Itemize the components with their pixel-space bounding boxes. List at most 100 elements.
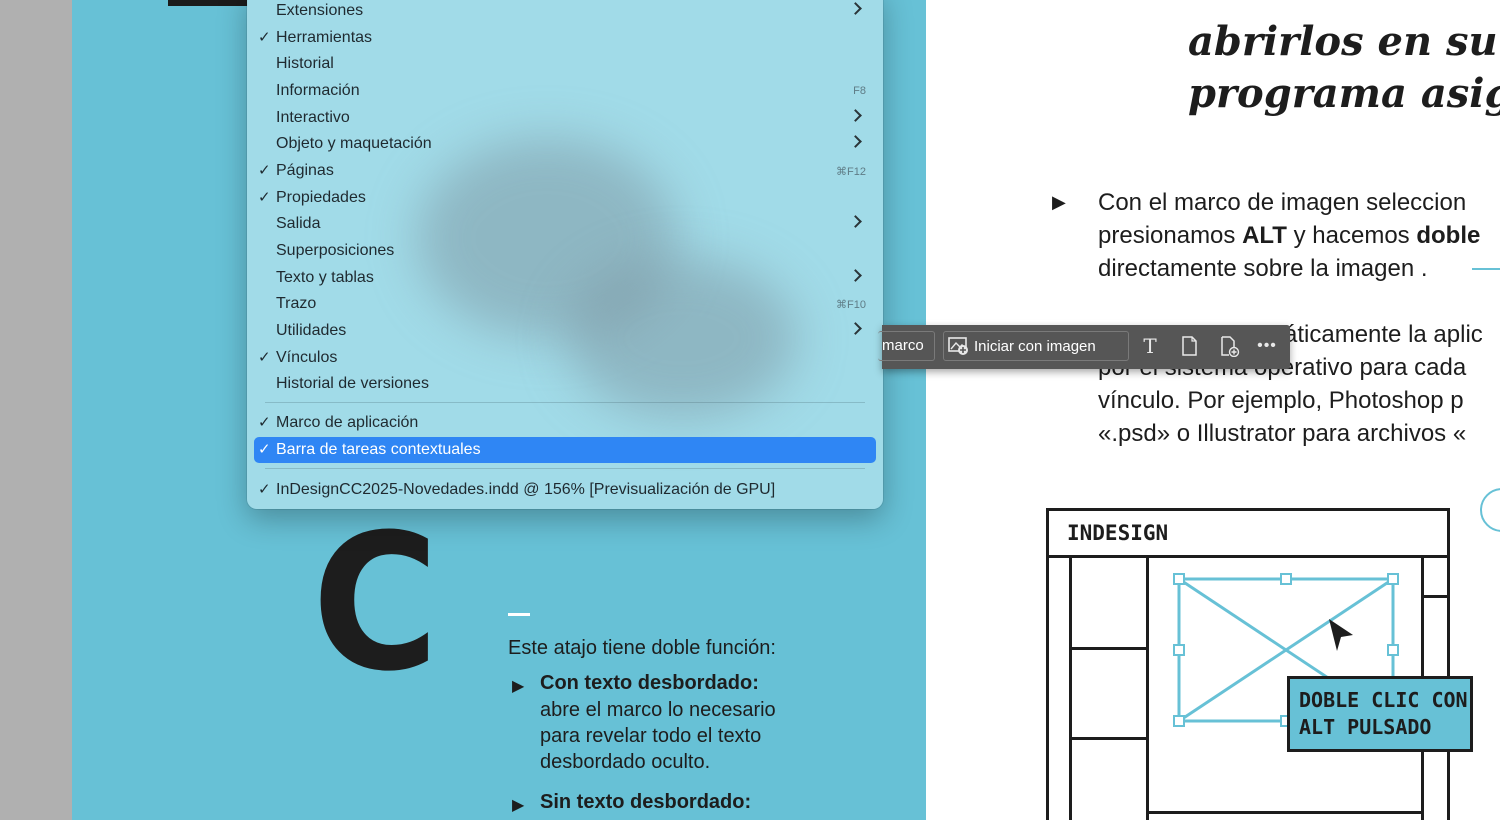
menu-item-barra-tareas-contextuales[interactable]: ✓ Barra de tareas contextuales [254,437,876,463]
menu-item-label: Extensiones [276,2,364,19]
item-title: Sin texto desbordado: [540,791,752,813]
menu-item-texto-y-tablas[interactable]: Texto y tablas [254,265,876,291]
menu-item-label: Salida [276,215,321,233]
menu-separator [265,468,865,469]
menu-item-utilidades[interactable]: Utilidades [254,318,876,344]
big-letter: C [312,494,439,713]
heading-remnant [168,0,248,6]
diagram-header: INDESIGN [1049,511,1447,558]
window-menu: Extensiones ✓ Herramientas Historial Informa… [247,0,883,509]
diagram-line [1069,647,1149,650]
intro-text: Este atajo tiene doble función: [508,637,776,659]
check-icon: ✓ [258,348,271,366]
menu-item-trazo[interactable]: Trazo ⌘F10 [254,291,876,317]
chevron-right-icon [849,2,862,15]
item-body: abre el marco lo necesario para revelar … [540,697,840,775]
menu-item-label: Trazo [276,295,317,313]
menu-item-propiedades[interactable]: ✓ Propiedades [254,185,876,211]
text-icon[interactable]: T [1139,335,1161,357]
chevron-right-icon [849,268,862,282]
callout-line: ALT PULSADO [1299,715,1432,739]
menu-item-label: Superposiciones [276,242,395,260]
menu-item-objeto-y-maquetación[interactable]: Objeto y maquetación [254,131,876,157]
circle-icon [1480,488,1500,532]
menu-item-interactivo[interactable]: Interactivo [254,105,876,131]
add-page-icon[interactable] [1218,335,1240,357]
menu-item-label: Marco de aplicación [276,414,419,431]
paragraph-line: «.psd» o Illustrator para archivos « [1098,420,1467,447]
menu-item-historial-de-versiones[interactable]: Historial de versiones [254,371,876,397]
check-icon: ✓ [258,162,271,180]
more-icon[interactable]: ••• [1256,335,1278,357]
diagram-line [1146,555,1149,820]
item-title: Con texto desbordado: [540,672,759,694]
menu-item-label: Utilidades [276,322,347,340]
menu-item-shortcut: F8 [853,85,866,97]
item-body-line: para revelar todo el texto [540,725,762,747]
menu-item-información[interactable]: Información F8 [254,78,876,104]
cursor-arrow-icon [1329,619,1353,651]
check-icon: ✓ [258,441,271,458]
page-icon[interactable] [1178,335,1200,357]
menu-item-label: Páginas [276,162,334,180]
chevron-right-icon [849,215,862,229]
check-icon: ✓ [258,414,271,431]
bullet-icon: ▶ [512,797,525,814]
bullet-icon: ▶ [1052,192,1066,212]
paragraph-1: Con el marco de imagen seleccion presion… [1098,186,1500,285]
text-run: presionamos [1098,222,1243,249]
diagram-line [1149,811,1421,814]
diagram-line [1069,555,1072,820]
menu-item-label: Historial de versiones [276,375,429,393]
accent-dash [508,613,530,616]
title-line: programa asig [1188,70,1500,117]
button-label: marco [882,337,924,354]
bold-text: ALT [1242,222,1287,249]
indesign-diagram: INDESIGN [1046,508,1450,820]
menu-item-label: InDesignCC2025-Novedades.indd @ 156% [Pr… [276,481,776,498]
menu-item-herramientas[interactable]: ✓ Herramientas [254,25,876,51]
fit-frame-button[interactable]: marco [878,331,935,361]
title-line: abrirlos en su [1188,18,1498,65]
diagram-line [1069,737,1149,740]
menu-item-document[interactable]: ✓ InDesignCC2025-Novedades.indd @ 156% [… [254,477,876,503]
check-icon: ✓ [258,28,271,46]
callout-box: DOBLE CLIC CON ALT PULSADO [1287,676,1473,752]
accent-dash [1472,268,1500,270]
item-body-line: desbordado oculto. [540,751,711,773]
chevron-right-icon [849,322,862,335]
menu-item-label: Propiedades [276,188,366,206]
menu-item-label: Información [276,82,360,99]
menu-item-marco-aplicacion[interactable]: ✓ Marco de aplicación [254,410,876,436]
menu-item-shortcut: ⌘F12 [836,166,866,179]
menu-separator [265,402,865,403]
paragraph-line: Con el marco de imagen seleccion [1098,189,1467,216]
menu-item-páginas[interactable]: ✓ Páginas ⌘F12 [254,158,876,184]
bullet-icon: ▶ [512,678,525,695]
contextual-task-bar: marco Iniciar con imagen T ••• [878,325,1290,369]
menu-item-superposiciones[interactable]: Superposiciones [254,238,876,264]
menu-item-label: Herramientas [276,28,373,46]
check-icon: ✓ [258,481,271,498]
menu-item-extensiones[interactable]: Extensiones [254,0,876,24]
check-icon: ✓ [258,188,271,206]
menu-item-historial[interactable]: Historial [254,51,876,77]
paragraph-line: presionamos ALT y hacemos doble [1098,219,1500,252]
menu-item-label: Historial [276,55,334,73]
menu-item-salida[interactable]: Salida [254,211,876,237]
chevron-right-icon [849,135,862,149]
chevron-right-icon [849,108,862,122]
item-body-line: abre el marco lo necesario [540,699,776,721]
button-label: Iniciar con imagen [974,338,1096,355]
pasteboard [0,0,73,820]
diagram-line [1424,595,1449,598]
paragraph-line: directamente sobre la imagen . [1098,255,1428,282]
menu-item-label: Texto y tablas [276,268,374,286]
add-image-icon [948,337,968,355]
menu-item-label: Vínculos [276,348,338,366]
bold-text: doble [1416,222,1481,249]
menu-item-vínculos[interactable]: ✓ Vínculos [254,345,876,371]
diagram-title: INDESIGN [1067,521,1169,545]
text-run: y hacemos [1286,222,1417,249]
start-with-image-button[interactable]: Iniciar con imagen [943,331,1129,361]
